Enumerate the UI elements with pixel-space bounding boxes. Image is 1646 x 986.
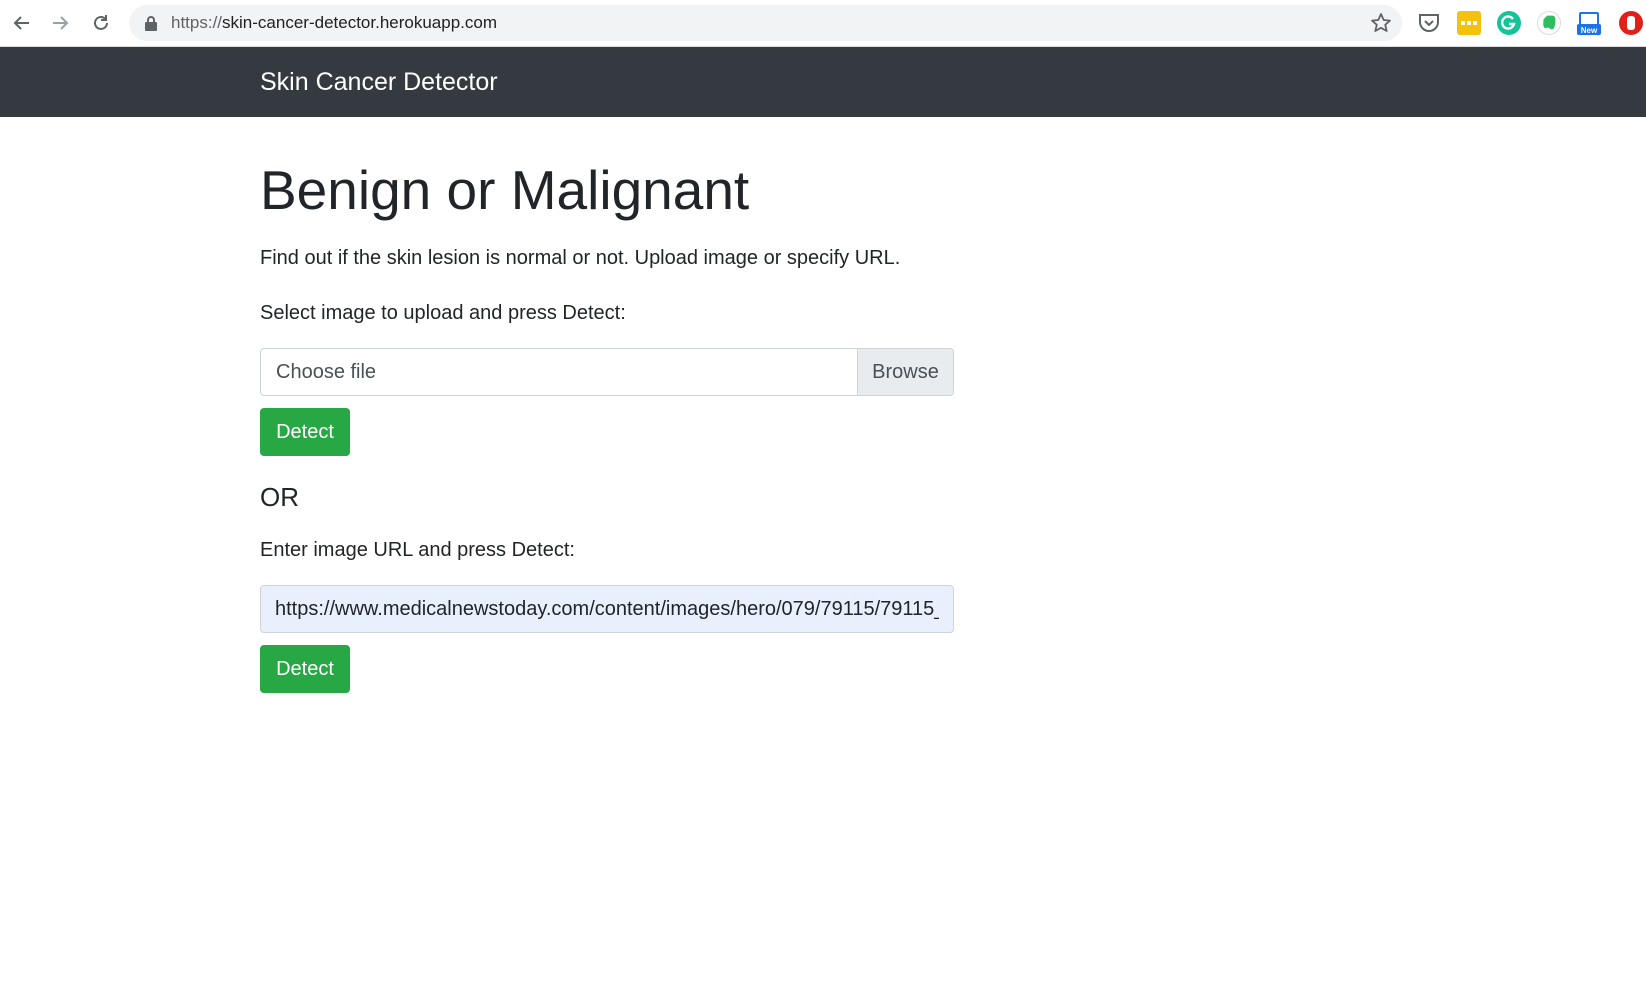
grammarly-icon[interactable] [1497,11,1521,35]
yellow-extension-icon[interactable] [1457,11,1481,35]
bookmark-star-icon[interactable] [1370,12,1392,34]
reload-icon [94,15,108,30]
hand-icon [1627,16,1635,30]
pocket-icon[interactable] [1417,11,1441,35]
url-text: https://skin-cancer-detector.herokuapp.c… [171,5,497,41]
or-heading: OR [260,482,299,512]
reload-button[interactable] [86,8,116,38]
g-letter-icon [1501,15,1516,30]
site-navbar: Skin Cancer Detector [0,47,1646,117]
url-scheme: https:// [171,13,223,32]
adblock-icon[interactable] [1619,11,1643,35]
image-url-input[interactable] [260,585,954,633]
window-icon: New [1577,12,1601,35]
upload-label: Select image to upload and press Detect: [260,302,626,324]
forward-button[interactable] [45,8,75,38]
lock-icon [145,16,157,31]
detect-upload-button[interactable]: Detect [260,408,350,456]
elephant-icon [1543,15,1556,30]
new-extension-icon[interactable]: New [1577,11,1601,35]
file-chooser[interactable]: Choose file Browse [260,348,954,396]
browse-button[interactable]: Browse [857,349,953,395]
lead-text: Find out if the skin lesion is normal or… [260,247,901,269]
page-title: Benign or Malignant [260,159,750,221]
arrow-right-icon [53,16,69,30]
back-button[interactable] [7,8,37,38]
arrow-left-icon [13,16,29,30]
brand-link[interactable]: Skin Cancer Detector [260,47,498,117]
url-host: skin-cancer-detector.herokuapp.com [222,13,498,32]
address-bar[interactable]: https://skin-cancer-detector.herokuapp.c… [129,5,1402,41]
new-badge: New [1581,26,1598,35]
file-placeholder: Choose file [276,361,377,383]
dots-icon [1461,21,1477,25]
detect-url-button[interactable]: Detect [260,645,350,693]
url-label: Enter image URL and press Detect: [260,539,575,561]
evernote-icon[interactable] [1537,11,1561,35]
browser-toolbar: https://skin-cancer-detector.herokuapp.c… [0,0,1646,47]
